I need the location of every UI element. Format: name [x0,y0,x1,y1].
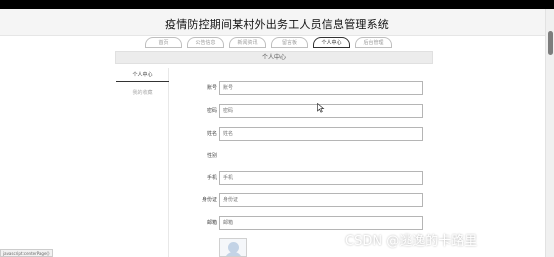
password-label: 密码 [206,108,217,114]
nav-item-home[interactable]: 首页 [145,37,182,48]
status-bar-url: javascript:centerPage() [0,249,53,257]
scrollbar-thumb[interactable] [548,31,553,55]
phone-row: 手机 [176,171,434,185]
sidebar-item-personal-center[interactable]: 个人中心 [116,68,169,82]
id-card-row: 身份证 [176,193,434,207]
account-input[interactable] [219,81,423,95]
id-card-input[interactable] [219,193,423,207]
nav-item-news[interactable]: 新闻资讯 [229,37,266,48]
page-heading-banner: 个人中心 [115,51,433,64]
phone-input[interactable] [219,171,423,185]
email-label: 邮箱 [206,220,217,226]
profile-form: 账号 密码 姓名 性别 手机 身份证 邮箱 [176,68,434,257]
phone-label: 手机 [206,175,217,181]
password-row: 密码 [176,104,434,118]
mouse-cursor-icon [317,103,325,113]
sidebar-item-my-favorites[interactable]: 我的收藏 [116,86,169,100]
name-row: 姓名 [176,127,434,141]
nav-item-message-board[interactable]: 留言板 [271,37,308,48]
email-row: 邮箱 [176,216,434,230]
site-title: 疫情防控期间某村外出务工人员信息管理系统 [165,18,389,31]
page-heading: 个人中心 [261,54,286,61]
avatar-upload[interactable] [219,238,247,257]
nav-item-personal-center[interactable]: 个人中心 [313,37,350,48]
sidebar: 个人中心 我的收藏 [116,68,169,257]
gender-row: 性别 [176,149,434,163]
nav-item-admin[interactable]: 后台管理 [355,37,392,48]
account-row: 账号 [176,81,434,95]
top-bar [0,0,554,9]
avatar-body-shape [225,252,242,256]
vertical-scrollbar[interactable] [545,9,554,257]
account-label: 账号 [206,85,217,91]
nav-item-announcements[interactable]: 公告信息 [187,37,224,48]
id-card-label: 身份证 [201,197,217,203]
site-header: 疫情防控期间某村外出务工人员信息管理系统 [0,9,554,36]
main-nav: 首页 公告信息 新闻资讯 留言板 个人中心 后台管理 [145,37,397,49]
name-input[interactable] [219,127,423,141]
email-input[interactable] [219,216,423,230]
gender-label: 性别 [206,153,217,159]
watermark: CSDN @逃逸的卡路里 [345,234,478,249]
name-label: 姓名 [206,131,217,137]
